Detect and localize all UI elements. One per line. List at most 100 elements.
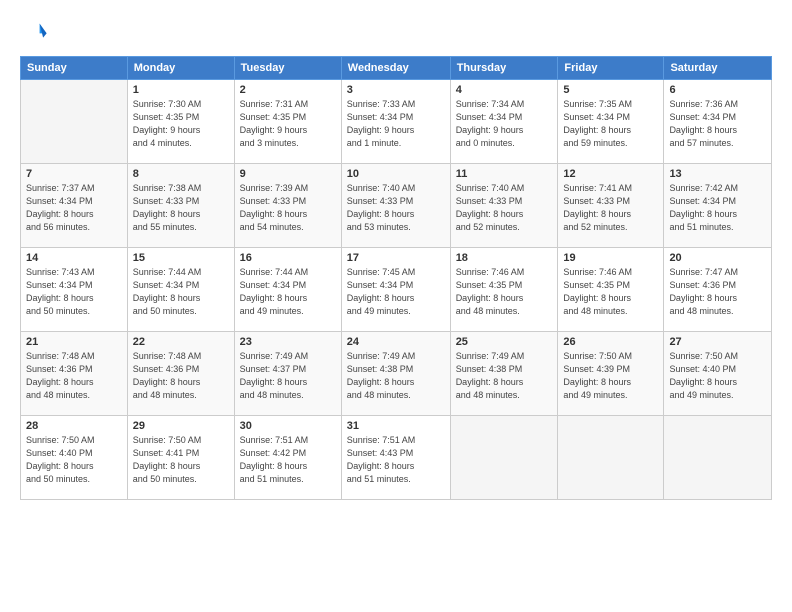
day-number: 31 bbox=[347, 420, 445, 432]
day-cell: 24 Sunrise: 7:49 AMSunset: 4:38 PMDayligh… bbox=[341, 332, 450, 416]
day-number: 24 bbox=[347, 336, 445, 348]
calendar-table: SundayMondayTuesdayWednesdayThursdayFrid… bbox=[20, 56, 772, 500]
day-number: 25 bbox=[456, 336, 553, 348]
day-info: Sunrise: 7:46 AMSunset: 4:35 PMDaylight:… bbox=[563, 266, 658, 318]
day-cell: 17 Sunrise: 7:45 AMSunset: 4:34 PMDayligh… bbox=[341, 248, 450, 332]
day-number: 19 bbox=[563, 252, 658, 264]
day-number: 14 bbox=[26, 252, 122, 264]
logo bbox=[20, 18, 52, 46]
day-cell: 2Sunrise: 7:31 AMSunset: 4:35 PMDaylight… bbox=[234, 80, 341, 164]
day-number: 20 bbox=[669, 252, 766, 264]
day-cell: 6 Sunrise: 7:36 AMSunset: 4:34 PMDaylight… bbox=[664, 80, 772, 164]
day-cell: 31 Sunrise: 7:51 AMSunset: 4:43 PMDayligh… bbox=[341, 416, 450, 500]
day-info: Sunrise: 7:37 AMSunset: 4:34 PMDaylight:… bbox=[26, 182, 122, 234]
day-info: Sunrise: 7:41 AMSunset: 4:33 PMDaylight:… bbox=[563, 182, 658, 234]
day-info: Sunrise: 7:30 AMSunset: 4:35 PMDaylight:… bbox=[133, 98, 229, 150]
day-number: 26 bbox=[563, 336, 658, 348]
day-info: Sunrise: 7:40 AMSunset: 4:33 PMDaylight:… bbox=[347, 182, 445, 234]
day-cell: 23 Sunrise: 7:49 AMSunset: 4:37 PMDayligh… bbox=[234, 332, 341, 416]
day-cell bbox=[450, 416, 558, 500]
day-number: 13 bbox=[669, 168, 766, 180]
page: SundayMondayTuesdayWednesdayThursdayFrid… bbox=[0, 0, 792, 612]
day-info: Sunrise: 7:45 AMSunset: 4:34 PMDaylight:… bbox=[347, 266, 445, 318]
day-info: Sunrise: 7:50 AMSunset: 4:41 PMDaylight:… bbox=[133, 434, 229, 486]
day-cell: 5 Sunrise: 7:35 AMSunset: 4:34 PMDaylight… bbox=[558, 80, 664, 164]
day-cell bbox=[558, 416, 664, 500]
day-info: Sunrise: 7:44 AMSunset: 4:34 PMDaylight:… bbox=[240, 266, 336, 318]
day-info: Sunrise: 7:49 AMSunset: 4:37 PMDaylight:… bbox=[240, 350, 336, 402]
day-cell: 30 Sunrise: 7:51 AMSunset: 4:42 PMDayligh… bbox=[234, 416, 341, 500]
header-row: SundayMondayTuesdayWednesdayThursdayFrid… bbox=[21, 57, 772, 80]
day-number: 4 bbox=[456, 84, 553, 96]
calendar-header: SundayMondayTuesdayWednesdayThursdayFrid… bbox=[21, 57, 772, 80]
column-header-wednesday: Wednesday bbox=[341, 57, 450, 80]
column-header-thursday: Thursday bbox=[450, 57, 558, 80]
day-number: 17 bbox=[347, 252, 445, 264]
day-number: 18 bbox=[456, 252, 553, 264]
day-info: Sunrise: 7:34 AMSunset: 4:34 PMDaylight:… bbox=[456, 98, 553, 150]
column-header-monday: Monday bbox=[127, 57, 234, 80]
column-header-friday: Friday bbox=[558, 57, 664, 80]
day-info: Sunrise: 7:49 AMSunset: 4:38 PMDaylight:… bbox=[347, 350, 445, 402]
day-cell: 20Sunrise: 7:47 AMSunset: 4:36 PMDayligh… bbox=[664, 248, 772, 332]
day-number: 16 bbox=[240, 252, 336, 264]
week-row-5: 28 Sunrise: 7:50 AMSunset: 4:40 PMDayligh… bbox=[21, 416, 772, 500]
day-cell: 13 Sunrise: 7:42 AMSunset: 4:34 PMDayligh… bbox=[664, 164, 772, 248]
logo-icon bbox=[20, 18, 48, 46]
day-info: Sunrise: 7:51 AMSunset: 4:43 PMDaylight:… bbox=[347, 434, 445, 486]
week-row-3: 14 Sunrise: 7:43 AMSunset: 4:34 PMDayligh… bbox=[21, 248, 772, 332]
day-cell: 3 Sunrise: 7:33 AMSunset: 4:34 PMDaylight… bbox=[341, 80, 450, 164]
day-info: Sunrise: 7:51 AMSunset: 4:42 PMDaylight:… bbox=[240, 434, 336, 486]
day-info: Sunrise: 7:48 AMSunset: 4:36 PMDaylight:… bbox=[26, 350, 122, 402]
day-number: 6 bbox=[669, 84, 766, 96]
day-number: 30 bbox=[240, 420, 336, 432]
day-info: Sunrise: 7:40 AMSunset: 4:33 PMDaylight:… bbox=[456, 182, 553, 234]
day-cell: 10 Sunrise: 7:40 AMSunset: 4:33 PMDayligh… bbox=[341, 164, 450, 248]
day-cell: 12 Sunrise: 7:41 AMSunset: 4:33 PMDayligh… bbox=[558, 164, 664, 248]
calendar-body: 1Sunrise: 7:30 AMSunset: 4:35 PMDaylight… bbox=[21, 80, 772, 500]
day-info: Sunrise: 7:31 AMSunset: 4:35 PMDaylight:… bbox=[240, 98, 336, 150]
day-cell: 29 Sunrise: 7:50 AMSunset: 4:41 PMDayligh… bbox=[127, 416, 234, 500]
day-info: Sunrise: 7:46 AMSunset: 4:35 PMDaylight:… bbox=[456, 266, 553, 318]
day-info: Sunrise: 7:33 AMSunset: 4:34 PMDaylight:… bbox=[347, 98, 445, 150]
week-row-2: 7 Sunrise: 7:37 AMSunset: 4:34 PMDaylight… bbox=[21, 164, 772, 248]
day-cell: 16 Sunrise: 7:44 AMSunset: 4:34 PMDayligh… bbox=[234, 248, 341, 332]
day-cell: 26 Sunrise: 7:50 AMSunset: 4:39 PMDayligh… bbox=[558, 332, 664, 416]
column-header-saturday: Saturday bbox=[664, 57, 772, 80]
day-cell bbox=[21, 80, 128, 164]
day-number: 8 bbox=[133, 168, 229, 180]
day-info: Sunrise: 7:50 AMSunset: 4:39 PMDaylight:… bbox=[563, 350, 658, 402]
day-cell bbox=[664, 416, 772, 500]
day-cell: 11Sunrise: 7:40 AMSunset: 4:33 PMDayligh… bbox=[450, 164, 558, 248]
day-number: 3 bbox=[347, 84, 445, 96]
day-number: 22 bbox=[133, 336, 229, 348]
day-cell: 21 Sunrise: 7:48 AMSunset: 4:36 PMDayligh… bbox=[21, 332, 128, 416]
day-cell: 4 Sunrise: 7:34 AMSunset: 4:34 PMDaylight… bbox=[450, 80, 558, 164]
day-number: 29 bbox=[133, 420, 229, 432]
day-info: Sunrise: 7:35 AMSunset: 4:34 PMDaylight:… bbox=[563, 98, 658, 150]
day-cell: 18 Sunrise: 7:46 AMSunset: 4:35 PMDayligh… bbox=[450, 248, 558, 332]
day-number: 9 bbox=[240, 168, 336, 180]
day-number: 15 bbox=[133, 252, 229, 264]
column-header-tuesday: Tuesday bbox=[234, 57, 341, 80]
day-info: Sunrise: 7:38 AMSunset: 4:33 PMDaylight:… bbox=[133, 182, 229, 234]
day-number: 7 bbox=[26, 168, 122, 180]
week-row-1: 1Sunrise: 7:30 AMSunset: 4:35 PMDaylight… bbox=[21, 80, 772, 164]
day-cell: 9Sunrise: 7:39 AMSunset: 4:33 PMDaylight… bbox=[234, 164, 341, 248]
day-cell: 14 Sunrise: 7:43 AMSunset: 4:34 PMDayligh… bbox=[21, 248, 128, 332]
day-number: 10 bbox=[347, 168, 445, 180]
day-number: 28 bbox=[26, 420, 122, 432]
day-info: Sunrise: 7:36 AMSunset: 4:34 PMDaylight:… bbox=[669, 98, 766, 150]
day-cell: 1Sunrise: 7:30 AMSunset: 4:35 PMDaylight… bbox=[127, 80, 234, 164]
day-info: Sunrise: 7:50 AMSunset: 4:40 PMDaylight:… bbox=[26, 434, 122, 486]
day-cell: 27Sunrise: 7:50 AMSunset: 4:40 PMDayligh… bbox=[664, 332, 772, 416]
day-info: Sunrise: 7:43 AMSunset: 4:34 PMDaylight:… bbox=[26, 266, 122, 318]
header bbox=[20, 18, 772, 46]
day-info: Sunrise: 7:42 AMSunset: 4:34 PMDaylight:… bbox=[669, 182, 766, 234]
day-info: Sunrise: 7:49 AMSunset: 4:38 PMDaylight:… bbox=[456, 350, 553, 402]
day-number: 12 bbox=[563, 168, 658, 180]
day-number: 21 bbox=[26, 336, 122, 348]
day-number: 5 bbox=[563, 84, 658, 96]
day-number: 23 bbox=[240, 336, 336, 348]
day-cell: 19 Sunrise: 7:46 AMSunset: 4:35 PMDayligh… bbox=[558, 248, 664, 332]
